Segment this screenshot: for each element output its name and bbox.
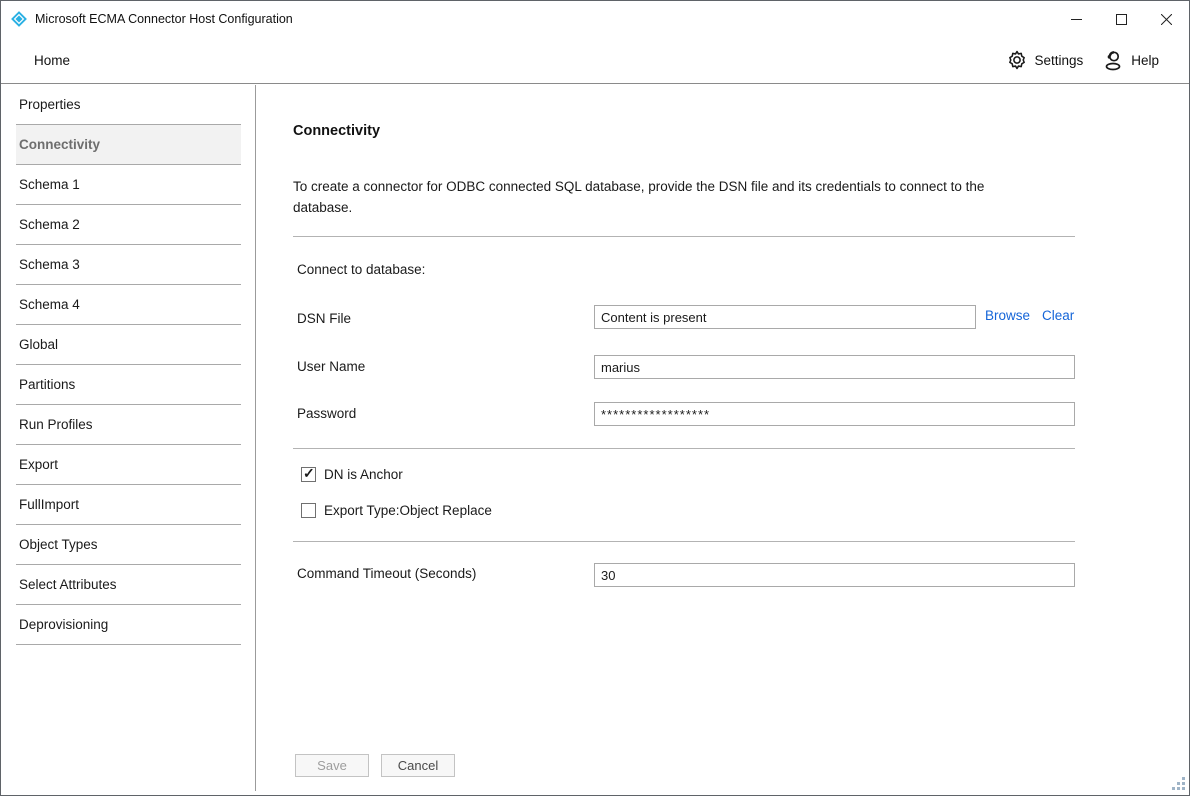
- help-label: Help: [1131, 53, 1159, 68]
- sidebar-item-connectivity[interactable]: Connectivity: [16, 125, 241, 165]
- help-button[interactable]: Help: [1101, 48, 1159, 72]
- menu-bar: Home Settings: [1, 37, 1189, 84]
- browse-link[interactable]: Browse: [985, 308, 1030, 323]
- minimize-button[interactable]: [1054, 1, 1099, 37]
- resize-grip[interactable]: [1171, 776, 1185, 790]
- title-bar: Microsoft ECMA Connector Host Configurat…: [1, 1, 1189, 37]
- body-area: Properties Connectivity Schema 1 Schema …: [1, 85, 1189, 791]
- support-person-icon: [1101, 48, 1125, 72]
- settings-label: Settings: [1034, 53, 1083, 68]
- cancel-button[interactable]: Cancel: [381, 754, 455, 777]
- user-name-input[interactable]: [594, 355, 1075, 379]
- sidebar-item-properties[interactable]: Properties: [16, 85, 241, 125]
- command-timeout-label: Command Timeout (Seconds): [297, 566, 476, 581]
- divider: [293, 541, 1075, 542]
- divider: [293, 236, 1075, 237]
- dsn-file-input[interactable]: [594, 305, 976, 329]
- password-input[interactable]: [594, 402, 1075, 426]
- window-title: Microsoft ECMA Connector Host Configurat…: [35, 12, 293, 26]
- sidebar-item-fullimport[interactable]: FullImport: [16, 485, 241, 525]
- sidebar-item-partitions[interactable]: Partitions: [16, 365, 241, 405]
- sidebar-item-global[interactable]: Global: [16, 325, 241, 365]
- sidebar-item-schema-3[interactable]: Schema 3: [16, 245, 241, 285]
- dn-is-anchor-row: DN is Anchor: [301, 467, 403, 482]
- sidebar-item-run-profiles[interactable]: Run Profiles: [16, 405, 241, 445]
- sidebar-item-deprovisioning[interactable]: Deprovisioning: [16, 605, 241, 645]
- export-type-checkbox[interactable]: [301, 503, 316, 518]
- clear-link[interactable]: Clear: [1042, 308, 1074, 323]
- main-content: Connectivity To create a connector for O…: [257, 85, 1189, 791]
- save-button[interactable]: Save: [295, 754, 369, 777]
- export-type-label: Export Type:Object Replace: [324, 503, 492, 518]
- maximize-button[interactable]: [1099, 1, 1144, 37]
- menu-item-home[interactable]: Home: [34, 53, 70, 68]
- close-button[interactable]: [1144, 1, 1189, 37]
- command-timeout-input[interactable]: [594, 563, 1075, 587]
- dn-is-anchor-checkbox[interactable]: [301, 467, 316, 482]
- app-logo-icon: [10, 10, 28, 28]
- gear-icon: [1006, 49, 1028, 71]
- sidebar-item-object-types[interactable]: Object Types: [16, 525, 241, 565]
- sidebar-nav: Properties Connectivity Schema 1 Schema …: [1, 85, 256, 791]
- sidebar-item-schema-4[interactable]: Schema 4: [16, 285, 241, 325]
- app-window: Microsoft ECMA Connector Host Configurat…: [0, 0, 1190, 796]
- dn-is-anchor-label: DN is Anchor: [324, 467, 403, 482]
- dsn-file-label: DSN File: [297, 311, 351, 326]
- divider: [293, 448, 1075, 449]
- sidebar-item-export[interactable]: Export: [16, 445, 241, 485]
- connect-section-label: Connect to database:: [297, 262, 425, 277]
- status-strip: [1, 791, 1189, 796]
- sidebar-item-schema-2[interactable]: Schema 2: [16, 205, 241, 245]
- user-name-label: User Name: [297, 359, 365, 374]
- page-description: To create a connector for ODBC connected…: [293, 176, 1023, 218]
- export-type-row: Export Type:Object Replace: [301, 503, 492, 518]
- password-label: Password: [297, 406, 356, 421]
- settings-button[interactable]: Settings: [1006, 49, 1083, 71]
- page-title: Connectivity: [293, 123, 380, 139]
- sidebar-item-schema-1[interactable]: Schema 1: [16, 165, 241, 205]
- sidebar-item-select-attributes[interactable]: Select Attributes: [16, 565, 241, 605]
